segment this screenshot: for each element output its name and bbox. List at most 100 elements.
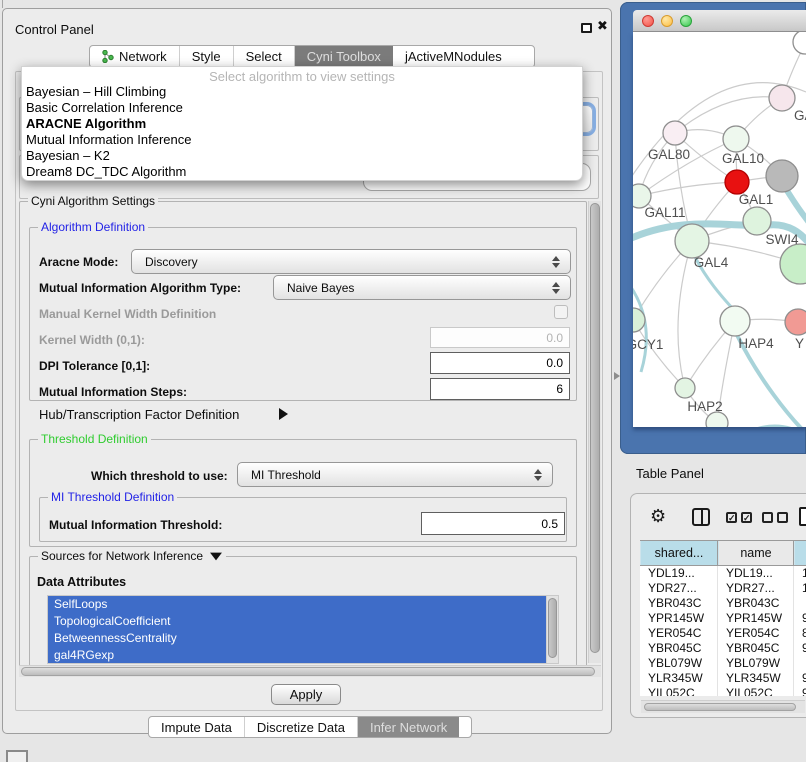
dropdown-option[interactable]: Mutual Information Inference: [24, 132, 564, 148]
kernel-width-value: 0.0: [546, 331, 563, 345]
table-row[interactable]: YPR145WYPR145W9.: [640, 611, 806, 626]
mi-threshold-field[interactable]: 0.5: [421, 512, 565, 535]
tab-infer-network-label: Infer Network: [370, 720, 447, 735]
tab-discretize-data-label: Discretize Data: [257, 720, 345, 735]
settings-horizontal-scrollbar[interactable]: [19, 665, 601, 677]
mi-algorithm-type-combobox[interactable]: Naive Bayes: [273, 275, 571, 300]
node-gal1-selected[interactable]: [725, 170, 749, 194]
kernel-width-label: Kernel Width (0,1):: [39, 333, 145, 347]
table-row[interactable]: YBR043CYBR043C: [640, 596, 806, 611]
collapse-arrow-icon[interactable]: [210, 552, 222, 560]
tab-select-label: Select: [246, 49, 282, 64]
float-panel-icon[interactable]: [581, 23, 592, 33]
mi-steps-field[interactable]: 6: [430, 378, 570, 400]
data-attributes-list: SelfLoops TopologicalCoefficient Between…: [47, 595, 559, 664]
dropdown-option-selected[interactable]: ARACNE Algorithm: [24, 116, 564, 132]
node[interactable]: [793, 32, 806, 54]
manual-kernel-width-checkbox[interactable]: [554, 305, 568, 319]
aracne-mode-label: Aracne Mode:: [39, 255, 118, 269]
tab-infer-network[interactable]: Infer Network: [358, 717, 459, 737]
network-icon: [102, 50, 114, 63]
settings-vertical-scrollbar[interactable]: [588, 201, 601, 663]
node[interactable]: [780, 244, 806, 284]
tab-network[interactable]: Network: [90, 46, 180, 67]
dropdown-option[interactable]: Bayesian – Hill Climbing: [24, 84, 564, 100]
zoom-traffic-light[interactable]: [680, 15, 692, 27]
table-row[interactable]: YDR27...YDR27...12: [640, 581, 806, 596]
dropdown-option[interactable]: Dream8 DC_TDC Algorithm: [24, 164, 564, 180]
column-header-shared-name[interactable]: shared...: [640, 541, 718, 565]
dropdown-option[interactable]: Basic Correlation Inference: [24, 100, 564, 116]
which-threshold-label: Which threshold to use:: [91, 469, 228, 483]
list-scrollbar[interactable]: [546, 596, 558, 663]
control-panel-window: Control Panel ✖ Network Style Select Cyn…: [2, 8, 612, 734]
node-hap4[interactable]: [720, 306, 750, 336]
dropdown-placeholder: Select algorithm to view settings: [22, 69, 582, 84]
table-row[interactable]: YIL052CYIL052C9: [640, 686, 806, 696]
expand-arrow-icon[interactable]: [279, 408, 288, 420]
select-all-columns-icon[interactable]: ✓✓: [726, 512, 752, 523]
tab-cyni-toolbox[interactable]: Cyni Toolbox: [295, 46, 393, 67]
table-row[interactable]: YBR045CYBR045C9.: [640, 641, 806, 656]
new-table-icon[interactable]: [799, 507, 806, 526]
dpi-tolerance-label: DPI Tolerance [0,1]:: [39, 359, 150, 373]
list-item[interactable]: gal4RGexp: [48, 647, 558, 664]
dpi-tolerance-field[interactable]: 0.0: [430, 352, 570, 374]
table-row[interactable]: YBL079WYBL079W: [640, 656, 806, 671]
dropdown-option[interactable]: Bayesian – K2: [24, 148, 564, 164]
column-header-cut[interactable]: [794, 541, 806, 565]
table-row[interactable]: YDL19...YDL19...13: [640, 566, 806, 581]
node-gal10[interactable]: [723, 126, 749, 152]
table-header-row: shared... name: [640, 540, 806, 566]
deselect-all-columns-icon[interactable]: [762, 512, 788, 523]
column-header-name[interactable]: name: [718, 541, 794, 565]
cyni-algorithm-settings-title: Cyni Algorithm Settings: [28, 194, 158, 208]
tab-impute-data[interactable]: Impute Data: [149, 717, 245, 737]
tab-network-label: Network: [119, 49, 167, 64]
split-columns-icon[interactable]: [692, 508, 710, 526]
threshold-definition-title: Threshold Definition: [38, 432, 151, 446]
node-salmon[interactable]: [785, 309, 806, 335]
node-hap2[interactable]: [675, 378, 695, 398]
close-traffic-light[interactable]: [642, 15, 654, 27]
list-item[interactable]: BetweennessCentrality: [48, 630, 558, 647]
apply-button-label: Apply: [290, 687, 323, 702]
node-swi4[interactable]: [743, 207, 771, 235]
data-attributes-label: Data Attributes: [37, 575, 126, 589]
aracne-mode-combobox[interactable]: Discovery: [131, 249, 571, 274]
mi-threshold-group-title: MI Threshold Definition: [48, 490, 177, 504]
apply-button[interactable]: Apply: [271, 684, 341, 705]
mi-algorithm-type-label: Mutual Information Algorithm Type:: [39, 281, 241, 295]
combo-spinner-icon: [551, 250, 561, 273]
node-gal4[interactable]: [675, 224, 709, 258]
cyni-bottom-tabs: Impute Data Discretize Data Infer Networ…: [148, 716, 472, 738]
node-label: Y: [795, 336, 804, 351]
minimize-traffic-light[interactable]: [661, 15, 673, 27]
gear-icon[interactable]: ⚙: [650, 506, 666, 527]
table-row[interactable]: YER054CYER054C8.: [640, 626, 806, 641]
table-horizontal-scrollbar[interactable]: [641, 700, 805, 713]
algorithm-dropdown-popup: Select algorithm to view settings Bayesi…: [21, 66, 583, 181]
close-icon[interactable]: ✖: [597, 19, 608, 34]
network-window-titlebar[interactable]: [633, 10, 806, 32]
tab-jactivemnodules[interactable]: jActiveMNodules: [393, 46, 514, 67]
minimized-panel-icon[interactable]: [6, 750, 28, 762]
table-row[interactable]: YLR345WYLR345W9.: [640, 671, 806, 686]
list-item[interactable]: TopologicalCoefficient: [48, 613, 558, 630]
tab-style[interactable]: Style: [180, 46, 234, 67]
node-gal80[interactable]: [663, 121, 687, 145]
node-gray[interactable]: [766, 160, 798, 192]
node[interactable]: [706, 412, 728, 427]
tab-select[interactable]: Select: [234, 46, 295, 67]
node[interactable]: [769, 85, 795, 111]
list-item[interactable]: SelfLoops: [48, 596, 558, 613]
manual-kernel-width-label: Manual Kernel Width Definition: [39, 307, 216, 321]
combo-spinner-icon: [533, 463, 543, 486]
network-canvas[interactable]: GAL80 GAL10 GAL1 GAL11 SWI4 GAL4 GCY1 HA…: [633, 32, 806, 427]
sources-group-title: Sources for Network Inference: [41, 549, 203, 563]
hub-definition-label: Hub/Transcription Factor Definition: [39, 407, 239, 422]
tab-discretize-data[interactable]: Discretize Data: [245, 717, 358, 737]
which-threshold-combobox[interactable]: MI Threshold: [237, 462, 553, 487]
node-label: GCY1: [633, 337, 663, 352]
kernel-width-field[interactable]: 0.0: [430, 327, 570, 348]
